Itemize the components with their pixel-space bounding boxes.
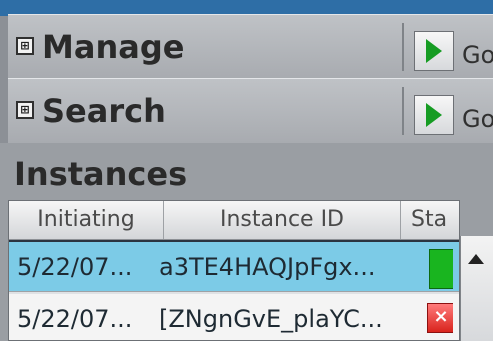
instances-title: Instances: [14, 155, 188, 193]
manage-go-area: Go: [402, 23, 493, 71]
expand-icon[interactable]: ⊞: [16, 37, 34, 55]
manage-panel-header[interactable]: ⊞ Manage Go: [8, 14, 493, 80]
search-go-label[interactable]: Go: [462, 107, 493, 131]
table-row[interactable]: 5/22/07... [ZNgnGvE_plaYC... ×: [9, 294, 459, 340]
status-cell: ×: [411, 294, 453, 340]
search-go-area: Go: [402, 87, 493, 135]
initiating-cell: 5/22/07...: [17, 253, 133, 281]
table-row[interactable]: 5/22/07... a3TE4HAQJpFgx...: [9, 240, 459, 292]
play-arrow-icon: [426, 103, 442, 127]
manage-panel-title: Manage: [42, 28, 185, 66]
status-cell: [411, 242, 453, 292]
manage-go-button[interactable]: [414, 31, 454, 71]
column-header-instance-id[interactable]: Instance ID: [164, 201, 401, 239]
scroll-up-icon[interactable]: [468, 254, 484, 264]
search-panel-header[interactable]: ⊞ Search Go: [8, 78, 493, 144]
expand-icon[interactable]: ⊞: [16, 101, 34, 119]
instance-id-cell: a3TE4HAQJpFgx...: [159, 253, 376, 281]
search-go-button[interactable]: [414, 95, 454, 135]
column-header-initiating[interactable]: Initiating: [9, 201, 164, 239]
status-running-icon: [429, 249, 453, 289]
vertical-scrollbar[interactable]: [460, 236, 493, 341]
instance-id-cell: [ZNgnGvE_plaYC...: [159, 305, 383, 333]
table-header: Initiating Instance ID Sta: [9, 201, 459, 240]
search-panel-title: Search: [42, 92, 166, 130]
instances-table: Initiating Instance ID Sta 5/22/07... a3…: [8, 200, 460, 341]
play-arrow-icon: [426, 39, 442, 63]
status-error-icon: ×: [427, 303, 453, 333]
column-header-status[interactable]: Sta: [401, 201, 459, 239]
manage-go-label[interactable]: Go: [462, 43, 493, 67]
initiating-cell: 5/22/07...: [17, 305, 133, 333]
